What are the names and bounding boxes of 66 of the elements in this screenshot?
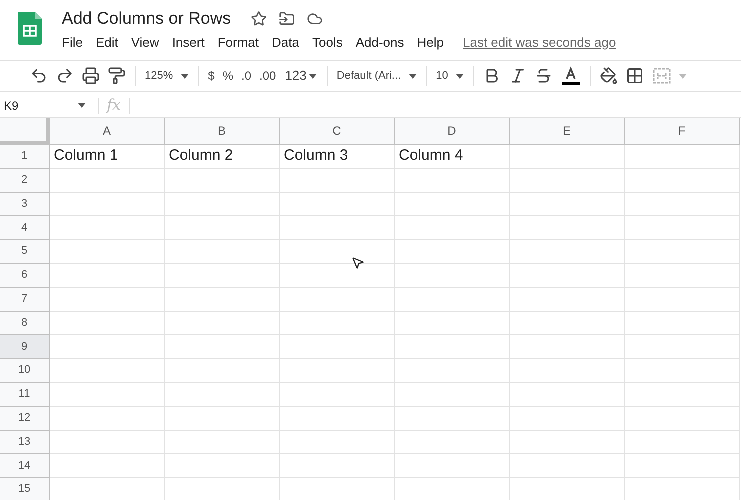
- menu-item[interactable]: Edit: [96, 33, 118, 52]
- strikethrough-icon: [535, 67, 554, 85]
- spreadsheet-logo-icon[interactable]: [18, 12, 42, 45]
- row-header[interactable]: 11: [0, 382, 50, 407]
- menu-item[interactable]: Format: [218, 33, 259, 52]
- row-header[interactable]: 8: [0, 312, 50, 336]
- caret-icon: [409, 74, 418, 78]
- merge-icon: [653, 68, 672, 84]
- undo-icon: [30, 67, 48, 85]
- row-header[interactable]: 6: [0, 264, 50, 288]
- paint-bucket-icon: [600, 67, 618, 85]
- caret-icon: [308, 74, 317, 78]
- caret-icon: [181, 74, 190, 78]
- column-header[interactable]: E: [510, 118, 625, 145]
- column-header[interactable]: D: [395, 118, 510, 145]
- format-button[interactable]: %: [218, 62, 238, 90]
- paint-roller-icon: [108, 67, 126, 85]
- caret-icon: [78, 103, 86, 108]
- table-cell: Column 2: [165, 145, 280, 169]
- cloud-icon[interactable]: [307, 11, 324, 27]
- borders-icon: [626, 67, 644, 85]
- column-header[interactable]: C: [280, 118, 395, 145]
- row-header[interactable]: 5: [0, 240, 50, 264]
- star-icon[interactable]: [251, 11, 268, 27]
- row-header[interactable]: 12: [0, 406, 50, 431]
- row-header[interactable]: 1: [0, 145, 50, 169]
- row-header[interactable]: 9: [0, 335, 50, 360]
- menu-item[interactable]: Add-ons: [356, 33, 404, 52]
- increase-decimal-button[interactable]: .00: [256, 62, 280, 90]
- folder-icon[interactable]: [279, 11, 296, 27]
- row-header[interactable]: 14: [0, 454, 50, 478]
- row-header[interactable]: 4: [0, 216, 50, 240]
- dropdown-button[interactable]: 10: [432, 62, 468, 90]
- column-header[interactable]: A: [50, 118, 165, 145]
- redo-icon: [56, 67, 74, 85]
- row-header[interactable]: 2: [0, 168, 50, 193]
- table-cell: Column 1: [50, 145, 165, 169]
- format-button[interactable]: $: [204, 62, 219, 90]
- table-cell: Column 4: [395, 145, 510, 169]
- menu-item[interactable]: Data: [272, 33, 300, 52]
- menu-item[interactable]: Help: [417, 33, 444, 52]
- caret-icon: [679, 74, 688, 78]
- number-format-button[interactable]: 123: [280, 62, 322, 90]
- document-title[interactable]: Add Columns or Rows: [62, 8, 232, 30]
- menu-item[interactable]: Insert: [172, 33, 205, 52]
- menu-item[interactable]: Tools: [312, 33, 343, 52]
- function-label: fx: [107, 95, 122, 116]
- decrease-decimal-button[interactable]: .0: [238, 62, 256, 90]
- caret-icon: [456, 74, 464, 78]
- row-header[interactable]: 15: [0, 478, 50, 500]
- last-edit-link[interactable]: Last edit was seconds ago: [463, 33, 616, 52]
- dropdown-button[interactable]: Default (Ari...: [332, 62, 422, 90]
- text-color-icon: [561, 66, 582, 86]
- table-cell: Column 3: [280, 145, 395, 169]
- dropdown-button[interactable]: 125%: [141, 62, 194, 90]
- column-header[interactable]: F: [625, 118, 740, 145]
- row-header[interactable]: 10: [0, 359, 50, 383]
- menu-item[interactable]: View: [131, 33, 160, 52]
- row-header[interactable]: 7: [0, 288, 50, 312]
- corner-cell[interactable]: [0, 118, 50, 145]
- row-header[interactable]: 13: [0, 430, 50, 454]
- printer-icon: [82, 67, 100, 85]
- column-header[interactable]: B: [165, 118, 280, 145]
- menu-item[interactable]: File: [62, 33, 83, 52]
- row-header[interactable]: 3: [0, 192, 50, 216]
- name-box[interactable]: K9: [0, 96, 90, 114]
